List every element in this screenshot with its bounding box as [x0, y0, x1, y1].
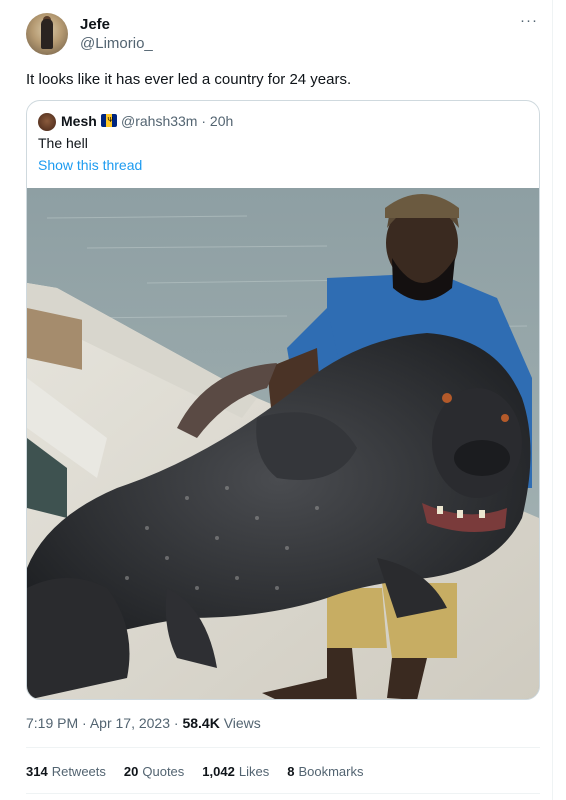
quoted-media-photo[interactable]	[27, 188, 539, 699]
tweet-text: It looks like it has ever led a country …	[26, 71, 352, 88]
show-thread-link[interactable]: Show this thread	[38, 157, 142, 173]
fish-photo-illustration	[27, 188, 539, 699]
quoted-handle: @rahsh33m	[121, 113, 198, 129]
likes-count: 1,042	[202, 764, 235, 779]
tweet-timestamp[interactable]: 7:19 PM · Apr 17, 2023 · 58.4K Views	[26, 715, 261, 731]
views-label: Views	[223, 715, 261, 731]
likes-stat[interactable]: 1,042 Likes	[202, 764, 269, 779]
author-display-name[interactable]: Jefe	[80, 16, 110, 33]
barbados-flag-icon: Ψ	[101, 114, 117, 127]
retweets-count: 314	[26, 764, 48, 779]
tweet-time: 7:19 PM	[26, 715, 79, 731]
author-handle[interactable]: @Limorio_	[80, 35, 153, 52]
quotes-label: Quotes	[142, 764, 185, 779]
more-horizontal-icon[interactable]: ···	[520, 12, 538, 29]
quotes-stat[interactable]: 20 Quotes	[124, 764, 184, 779]
retweets-label: Retweets	[51, 764, 106, 779]
quoted-age: 20h	[209, 113, 234, 129]
meta-separator-2: ·	[173, 715, 179, 731]
divider	[26, 747, 540, 748]
quoted-avatar	[38, 113, 56, 131]
quoted-separator: ·	[201, 113, 207, 129]
quoted-tweet[interactable]: Mesh Ψ @rahsh33m · 20h The hell Show thi…	[26, 100, 540, 700]
avatar-figure-body	[41, 19, 53, 49]
column-border	[552, 0, 553, 800]
divider	[26, 793, 540, 794]
author-avatar[interactable]	[26, 13, 68, 55]
quoted-display-name: Mesh	[61, 113, 97, 129]
likes-label: Likes	[238, 764, 270, 779]
bookmarks-stat[interactable]: 8 Bookmarks	[287, 764, 363, 779]
engagement-stats: 314 Retweets 20 Quotes 1,042 Likes 8 Bookmar…	[26, 764, 381, 779]
views-count: 58.4K	[182, 715, 220, 731]
bookmarks-label: Bookmarks	[298, 764, 364, 779]
quotes-count: 20	[123, 764, 139, 779]
meta-separator: ·	[82, 715, 87, 731]
tweet: Jefe @Limorio_ ··· It looks like it has …	[0, 0, 566, 800]
retweets-stat[interactable]: 314 Retweets	[26, 764, 106, 779]
bookmarks-count: 8	[287, 764, 295, 779]
quoted-text: The hell	[38, 135, 88, 151]
quoted-meta: @rahsh33m · 20h	[121, 113, 233, 129]
tweet-date: Apr 17, 2023	[89, 715, 170, 731]
